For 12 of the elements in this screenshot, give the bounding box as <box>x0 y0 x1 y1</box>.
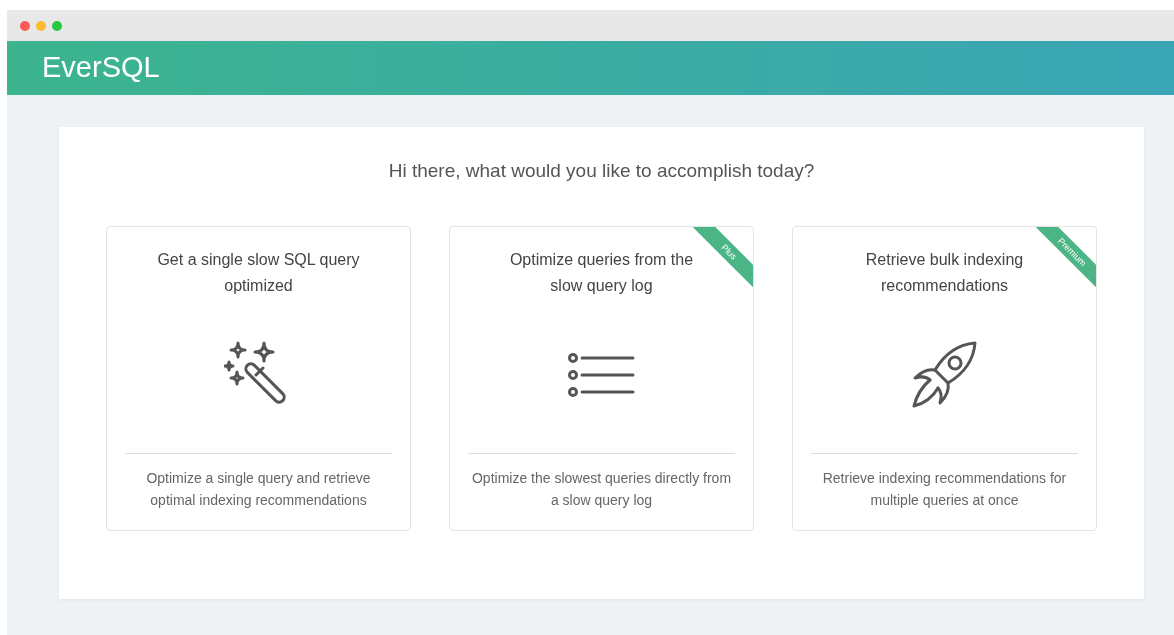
prompt-heading: Hi there, what would you like to accomplish today? <box>387 159 816 183</box>
card-description: Optimize a single query and retrieve optimal indexing recommendations <box>145 468 372 510</box>
window-control[interactable] <box>52 20 62 31</box>
window-control[interactable] <box>36 20 46 31</box>
logo: EverSQL <box>42 50 160 86</box>
option-card[interactable]: Get a single slow SQL query optimized Optimize a single query and retrieve optimal indexing recommendations <box>106 225 411 531</box>
card-title: Retrieve bulk indexing recommendations <box>864 249 1025 296</box>
card-title: Get a single slow SQL query optimized <box>156 249 361 296</box>
card-description: Retrieve indexing recommendations for multiple queries at once <box>821 468 1068 510</box>
window-control[interactable] <box>20 20 30 31</box>
card-description: Optimize the slowest queries directly from a slow query log <box>470 468 733 510</box>
card-title: Optimize queries from the slow query log <box>508 249 695 296</box>
